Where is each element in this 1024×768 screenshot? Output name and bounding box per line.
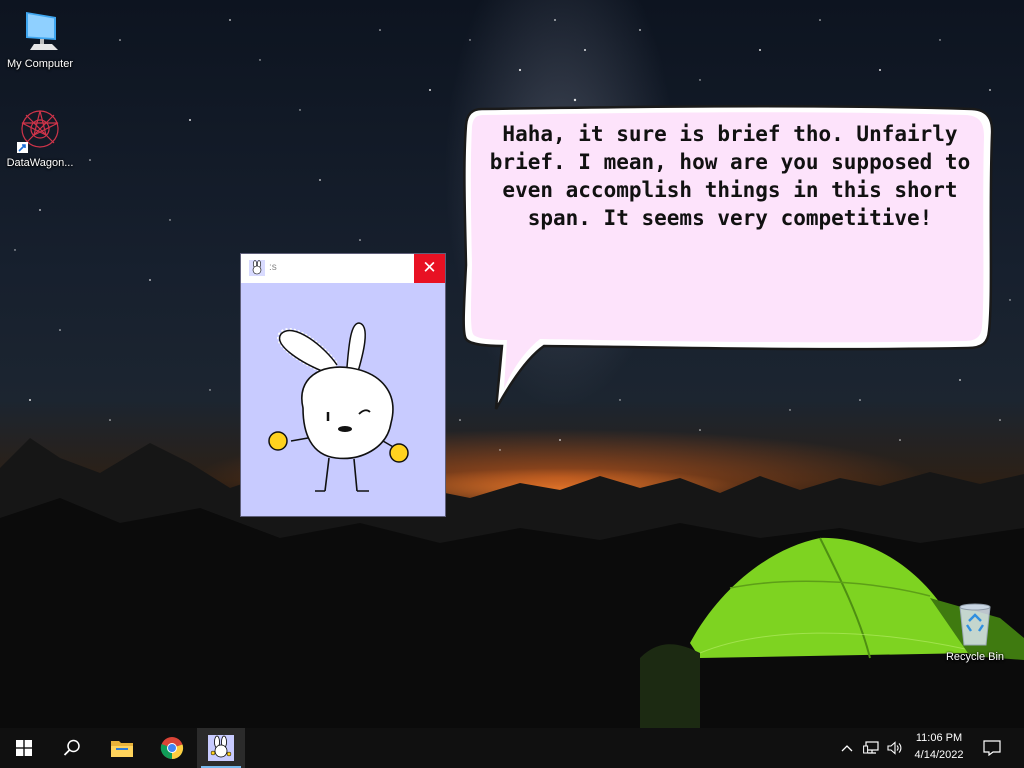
network-icon: [863, 741, 879, 754]
clock-date: 4/14/2022: [914, 749, 964, 761]
desktop-icon-label: My Computer: [6, 58, 74, 70]
volume-icon: [887, 741, 902, 755]
bunny-app-icon: [249, 260, 265, 276]
chevron-up-icon: [841, 745, 853, 752]
desktop-icon-label: Recycle Bin: [945, 651, 1005, 663]
show-hidden-icons-button[interactable]: [836, 728, 858, 768]
window-titlebar[interactable]: :s ✕: [241, 254, 445, 283]
window-title: :s: [269, 262, 277, 273]
bunny-mascot: [268, 322, 409, 492]
start-button[interactable]: [0, 728, 48, 768]
desktop-icon-my-computer[interactable]: My Computer: [0, 8, 80, 70]
close-button[interactable]: ✕: [414, 254, 445, 283]
taskbar-bunny-app[interactable]: [197, 728, 245, 768]
clock-time: 11:06 PM: [915, 732, 963, 744]
search-button[interactable]: [48, 728, 96, 768]
desktop-icon-label: DataWagon...: [6, 157, 74, 169]
mountain-silhouette: [0, 438, 1024, 728]
recycle-bin-icon: [951, 601, 999, 649]
windows-start-icon: [16, 740, 32, 756]
search-icon: [63, 739, 80, 756]
file-explorer-icon: [111, 741, 133, 757]
taskbar-chrome[interactable]: [148, 728, 196, 768]
notification-icon: [983, 740, 1001, 756]
system-clock[interactable]: 11:06 PM 4/14/2022: [904, 730, 974, 764]
bunny-app-window[interactable]: :s ✕: [241, 254, 445, 516]
computer-icon: [16, 8, 64, 56]
chrome-icon: [160, 737, 184, 760]
network-button[interactable]: [860, 728, 882, 768]
volume-button[interactable]: [884, 728, 906, 768]
taskbar-file-explorer[interactable]: [98, 728, 146, 768]
taskbar: 11:06 PM 4/14/2022: [0, 728, 1024, 768]
datawagon-icon: [16, 107, 64, 155]
speech-bubble-text: Haha, it sure is brief tho. Unfairly bri…: [489, 122, 971, 230]
desktop-icon-datawagon[interactable]: DataWagon...: [0, 107, 80, 169]
bunny-app-icon: [208, 735, 234, 761]
notification-center-button[interactable]: [978, 728, 1006, 768]
desktop-icon-recycle-bin[interactable]: Recycle Bin: [935, 601, 1015, 663]
